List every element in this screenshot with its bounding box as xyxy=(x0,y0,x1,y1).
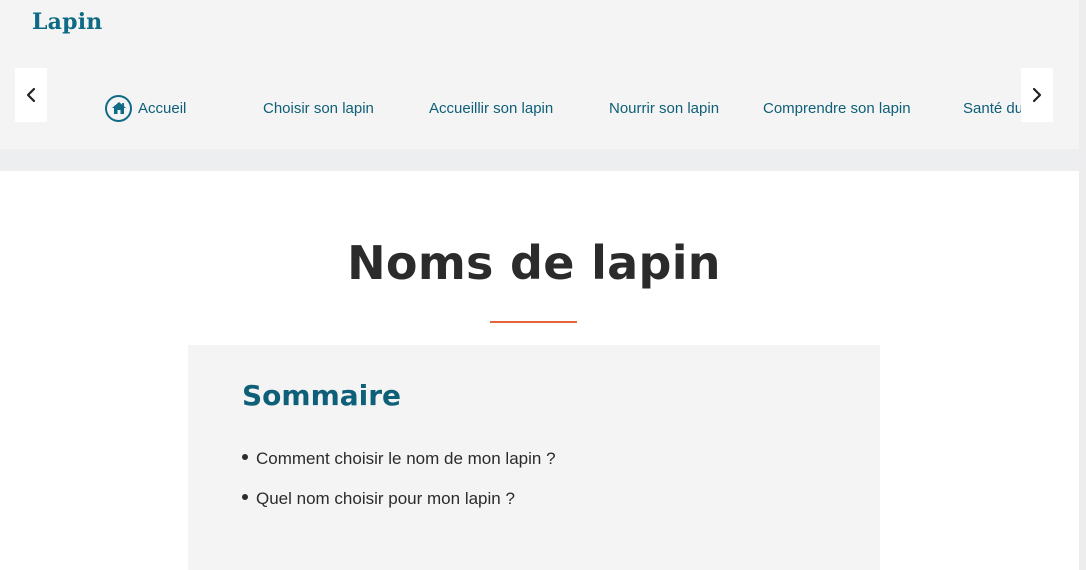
site-logo[interactable]: Lapin xyxy=(32,9,102,35)
chevron-right-icon xyxy=(1032,87,1042,103)
bullet-icon xyxy=(242,494,248,500)
nav-item-label: Choisir son lapin xyxy=(263,99,374,117)
nav-item-label: Santé du lapin xyxy=(963,99,1021,117)
bullet-icon xyxy=(242,454,248,460)
toc-item-link[interactable]: Comment choisir le nom de mon lapin ? xyxy=(256,449,556,469)
table-of-contents: Sommaire Comment choisir le nom de mon l… xyxy=(188,345,880,570)
nav-item-accueil[interactable]: Accueil xyxy=(105,90,186,126)
nav-item-label: Accueil xyxy=(138,99,187,117)
toc-title: Sommaire xyxy=(242,379,402,412)
nav-item-label: Comprendre son lapin xyxy=(763,99,911,117)
page-title: Noms de lapin xyxy=(347,236,721,290)
nav-item-nourrir[interactable]: Nourrir son lapin xyxy=(609,90,719,126)
toc-item[interactable]: Comment choisir le nom de mon lapin ? xyxy=(242,449,556,489)
nav-prev-button[interactable] xyxy=(15,68,47,122)
nav-item-sante[interactable]: Santé du lapin xyxy=(963,90,1021,126)
nav-item-accueillir[interactable]: Accueillir son lapin xyxy=(429,90,553,126)
chevron-left-icon xyxy=(26,87,36,103)
nav-next-button[interactable] xyxy=(1021,68,1053,122)
home-icon xyxy=(105,94,132,122)
nav-item-choisir[interactable]: Choisir son lapin xyxy=(263,90,374,126)
nav-item-label: Accueillir son lapin xyxy=(429,99,554,117)
title-underline xyxy=(490,321,577,323)
header-divider-strip xyxy=(0,149,1079,171)
nav-item-comprendre[interactable]: Comprendre son lapin xyxy=(763,90,911,126)
toc-item[interactable]: Quel nom choisir pour mon lapin ? xyxy=(242,489,556,529)
toc-list: Comment choisir le nom de mon lapin ? Qu… xyxy=(242,449,556,529)
scrollbar-track[interactable] xyxy=(1079,0,1086,570)
main-nav: Accueil Choisir son lapin Accueillir son… xyxy=(60,90,1021,130)
nav-item-label: Nourrir son lapin xyxy=(609,99,720,117)
toc-item-link[interactable]: Quel nom choisir pour mon lapin ? xyxy=(256,489,515,509)
